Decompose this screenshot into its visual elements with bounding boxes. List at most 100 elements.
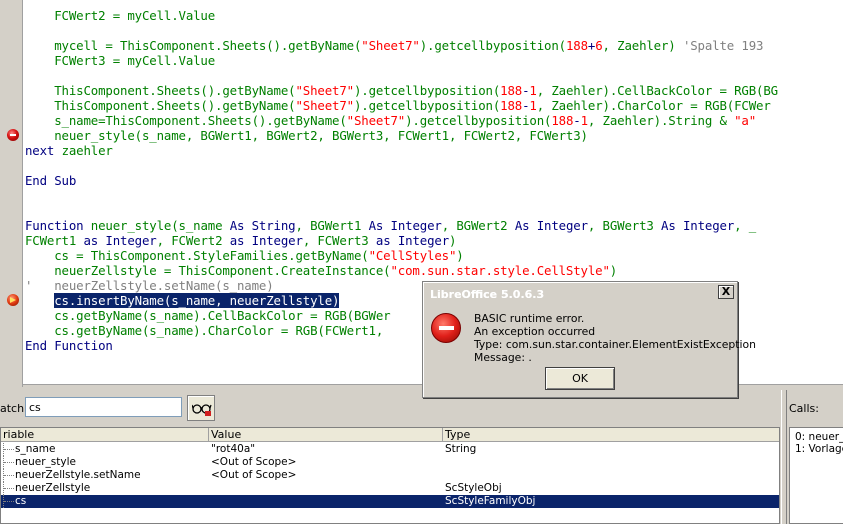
- code-line[interactable]: FCWert2 = myCell.Value: [25, 8, 215, 23]
- code-token: As Integer: [514, 218, 588, 233]
- dialog-message-line: BASIC runtime error.: [474, 312, 585, 325]
- code-token: , BGWert2: [441, 218, 515, 233]
- code-token: "Sheet7": [346, 113, 406, 128]
- code-token: , BGWert1: [295, 218, 369, 233]
- code-line[interactable]: mycell = ThisComponent.Sheets().getByNam…: [25, 38, 763, 53]
- code-line[interactable]: Function neuer_style(s_name As String, B…: [25, 218, 756, 233]
- error-dialog: LibreOffice 5.0.6.3 X BASIC runtime erro…: [422, 281, 756, 398]
- code-line[interactable]: FCWert1 as Integer, FCWert2 as Integer, …: [25, 233, 457, 248]
- code-token: cs.getByName(s_name).CellBackColor = RGB…: [25, 308, 391, 323]
- watch-row[interactable]: cs ScStyleFamilyObj: [1, 495, 779, 508]
- code-token: ).getcellbyposition(: [353, 98, 501, 113]
- watch-row[interactable]: s_name "rot40a" String: [1, 443, 779, 456]
- code-token: cs.getByName(s_name).CharColor = RGB(FCW…: [25, 323, 391, 338]
- panel-splitter[interactable]: [781, 390, 787, 524]
- watch-table[interactable]: riable Value Type s_name "rot40a" String ne…: [0, 427, 780, 524]
- code-token: As String: [229, 218, 296, 233]
- column-header-variable[interactable]: riable: [1, 428, 209, 442]
- code-token: ): [456, 248, 464, 263]
- code-token: ): [609, 263, 618, 278]
- watch-variable-name: s_name: [15, 443, 56, 455]
- code-token: End Function: [25, 338, 113, 353]
- code-line[interactable]: ThisComponent.Sheets().getByName("Sheet7…: [25, 98, 771, 113]
- code-line[interactable]: neuer_style(s_name, BGWert1, BGWert2, BG…: [25, 128, 588, 143]
- code-line[interactable]: s_name=ThisComponent.Sheets().getByName(…: [25, 113, 756, 128]
- code-token: zaehler: [61, 143, 113, 158]
- code-token: ).getcellbyposition(: [405, 113, 552, 128]
- code-token: "Sheet7": [361, 38, 420, 53]
- code-token: 188: [500, 98, 523, 113]
- watch-type: ScStyleFamilyObj: [445, 495, 536, 507]
- code-token: 1: [529, 83, 537, 98]
- current-line-arrow-icon[interactable]: [7, 294, 19, 306]
- code-token: next: [25, 143, 62, 158]
- watch-type: String: [445, 443, 477, 455]
- dialog-message-line: An exception occurred: [474, 325, 596, 338]
- dialog-title-bar[interactable]: LibreOffice 5.0.6.3: [426, 285, 734, 303]
- code-token: As Integer: [661, 218, 735, 233]
- code-line[interactable]: neuerZellstyle = ThisComponent.CreateIns…: [25, 263, 617, 278]
- breakpoint-gutter[interactable]: [0, 0, 23, 387]
- ok-button[interactable]: OK: [545, 367, 615, 390]
- code-token: neuer_style(s_name: [90, 218, 230, 233]
- code-token: 188: [500, 83, 523, 98]
- watch-value: <Out of Scope>: [211, 456, 297, 468]
- code-line[interactable]: cs.getByName(s_name).CellBackColor = RGB…: [25, 308, 391, 323]
- code-line[interactable]: cs.getByName(s_name).CharColor = RGB(FCW…: [25, 323, 391, 338]
- code-token: , Zaehler).CharColor = RGB(FCWer: [536, 98, 771, 113]
- call-stack-item[interactable]: 1: Vorlage: [795, 443, 843, 455]
- watch-variable-name: neuerZellstyle.setName: [15, 469, 141, 481]
- tree-line: [3, 482, 15, 495]
- dialog-message-line: Type: com.sun.star.container.ElementExis…: [474, 338, 756, 351]
- code-line[interactable]: cs.insertByName(s_name, neuerZellstyle): [25, 293, 339, 308]
- code-token: FCWert3 = myCell.Value: [25, 53, 216, 68]
- code-line[interactable]: cs = ThisComponent.StyleFamilies.getByNa…: [25, 248, 464, 263]
- breakpoint-icon[interactable]: [7, 129, 19, 141]
- code-line[interactable]: next zaehler: [25, 143, 113, 158]
- column-header-value[interactable]: Value: [209, 428, 443, 442]
- code-line[interactable]: End Function: [25, 338, 113, 353]
- code-line[interactable]: End Sub: [25, 173, 76, 188]
- code-token: FCWert1: [25, 233, 84, 248]
- code-token: neuer_style(s_name, BGWert1, BGWert2, BG…: [25, 128, 588, 143]
- code-line[interactable]: ' neuerZellstyle.setName(s_name): [25, 278, 274, 293]
- code-token: ThisComponent.Sheets().getByName(: [25, 83, 296, 98]
- code-token: , FCWert3: [302, 233, 376, 248]
- code-token: FCWert2 = myCell.Value: [25, 8, 216, 23]
- code-token: End Sub: [25, 173, 77, 188]
- code-line[interactable]: FCWert3 = myCell.Value: [25, 53, 215, 68]
- code-token: , BGWert3: [587, 218, 662, 233]
- code-token: 1: [580, 113, 588, 128]
- code-token: ).getcellbyposition(: [353, 83, 501, 98]
- code-token: , Zaehler): [602, 38, 683, 53]
- watch-input[interactable]: [25, 397, 182, 417]
- watch-row[interactable]: neuerZellstyle.setName <Out of Scope>: [1, 469, 779, 482]
- watch-variable-name: cs: [15, 495, 27, 507]
- watch-type: ScStyleObj: [445, 482, 502, 494]
- code-token: as Integer: [83, 233, 157, 248]
- calls-label: Calls:: [789, 402, 819, 415]
- dialog-close-button[interactable]: X: [718, 285, 734, 299]
- code-token: "CellStyles": [368, 248, 457, 263]
- code-token: , Zaehler).CellBackColor = RGB(BG: [536, 83, 778, 98]
- code-token: , _: [734, 218, 757, 233]
- watch-row[interactable]: neuer_style <Out of Scope>: [1, 456, 779, 469]
- code-token: "Sheet7": [295, 98, 354, 113]
- code-token: "a": [734, 113, 757, 128]
- call-stack-list[interactable]: 0: neuer_ 1: Vorlage: [789, 427, 843, 524]
- call-stack-item[interactable]: 0: neuer_: [795, 431, 843, 443]
- enable-watch-button[interactable]: [187, 395, 215, 421]
- watch-variable-name: neuerZellstyle: [15, 482, 91, 494]
- code-token: as Integer: [375, 233, 450, 248]
- code-token: s_name=ThisComponent.Sheets().getByName(: [25, 113, 347, 128]
- debug-panel: atch: riable Value Type s_name "rot40a" St…: [0, 390, 843, 524]
- column-header-type[interactable]: Type: [443, 428, 779, 442]
- code-token: 6: [595, 38, 603, 53]
- watch-row[interactable]: neuerZellstyle ScStyleObj: [1, 482, 779, 495]
- code-token: "com.sun.star.style.CellStyle": [390, 263, 610, 278]
- watch-value: "rot40a": [211, 443, 256, 455]
- watch-label: atch:: [0, 402, 28, 415]
- code-line[interactable]: ThisComponent.Sheets().getByName("Sheet7…: [25, 83, 778, 98]
- code-token: , Zaehler).String &: [587, 113, 735, 128]
